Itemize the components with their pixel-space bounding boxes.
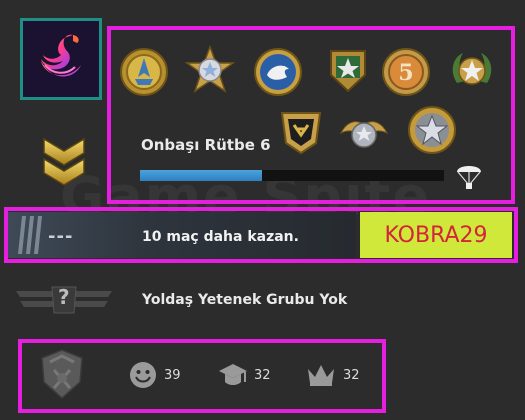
medal-green-star-shield-icon[interactable] [323,45,373,95]
rank-title: Onbaşı Rütbe 6 [141,136,271,154]
parachute-icon[interactable] [455,160,483,190]
wingman-unknown-glyph: ? [58,285,70,309]
medal-wreath-star-icon[interactable] [447,47,497,97]
skill-group-placeholder: --- [48,226,74,247]
friendly-count: 39 [164,368,181,383]
service-shield-icon [41,349,83,400]
avatar[interactable] [20,18,102,100]
rank-chevron-icon [43,137,85,186]
medal-gold-service-icon[interactable] [119,47,169,97]
leader-count: 32 [343,368,360,383]
promo-code-label: KOBRA29 [360,212,512,258]
medal-silver-star-gold-ring-icon[interactable] [407,105,457,155]
xp-progress-fill [140,170,262,181]
teacher-count: 32 [254,368,271,383]
medal-silver-star-icon[interactable] [185,45,235,95]
leader-crown-icon [308,365,334,386]
teacher-cap-icon [219,364,247,385]
swan-logo-icon [23,21,99,97]
medal-blue-bird-icon[interactable] [253,47,303,97]
svg-text:5: 5 [398,60,413,86]
medal-five-year-icon[interactable]: 5 [381,47,431,97]
wins-needed-text: 10 maç daha kazan. [142,229,299,245]
friendly-smiley-icon [130,362,156,388]
wingman-rank-text: Yoldaş Yetenek Grubu Yok [142,292,348,308]
medal-silver-eagle-icon[interactable] [339,107,389,157]
medal-gold-operation-icon[interactable] [276,105,326,155]
skill-stripes-icon [18,216,42,254]
xp-progress-bar [140,170,444,181]
